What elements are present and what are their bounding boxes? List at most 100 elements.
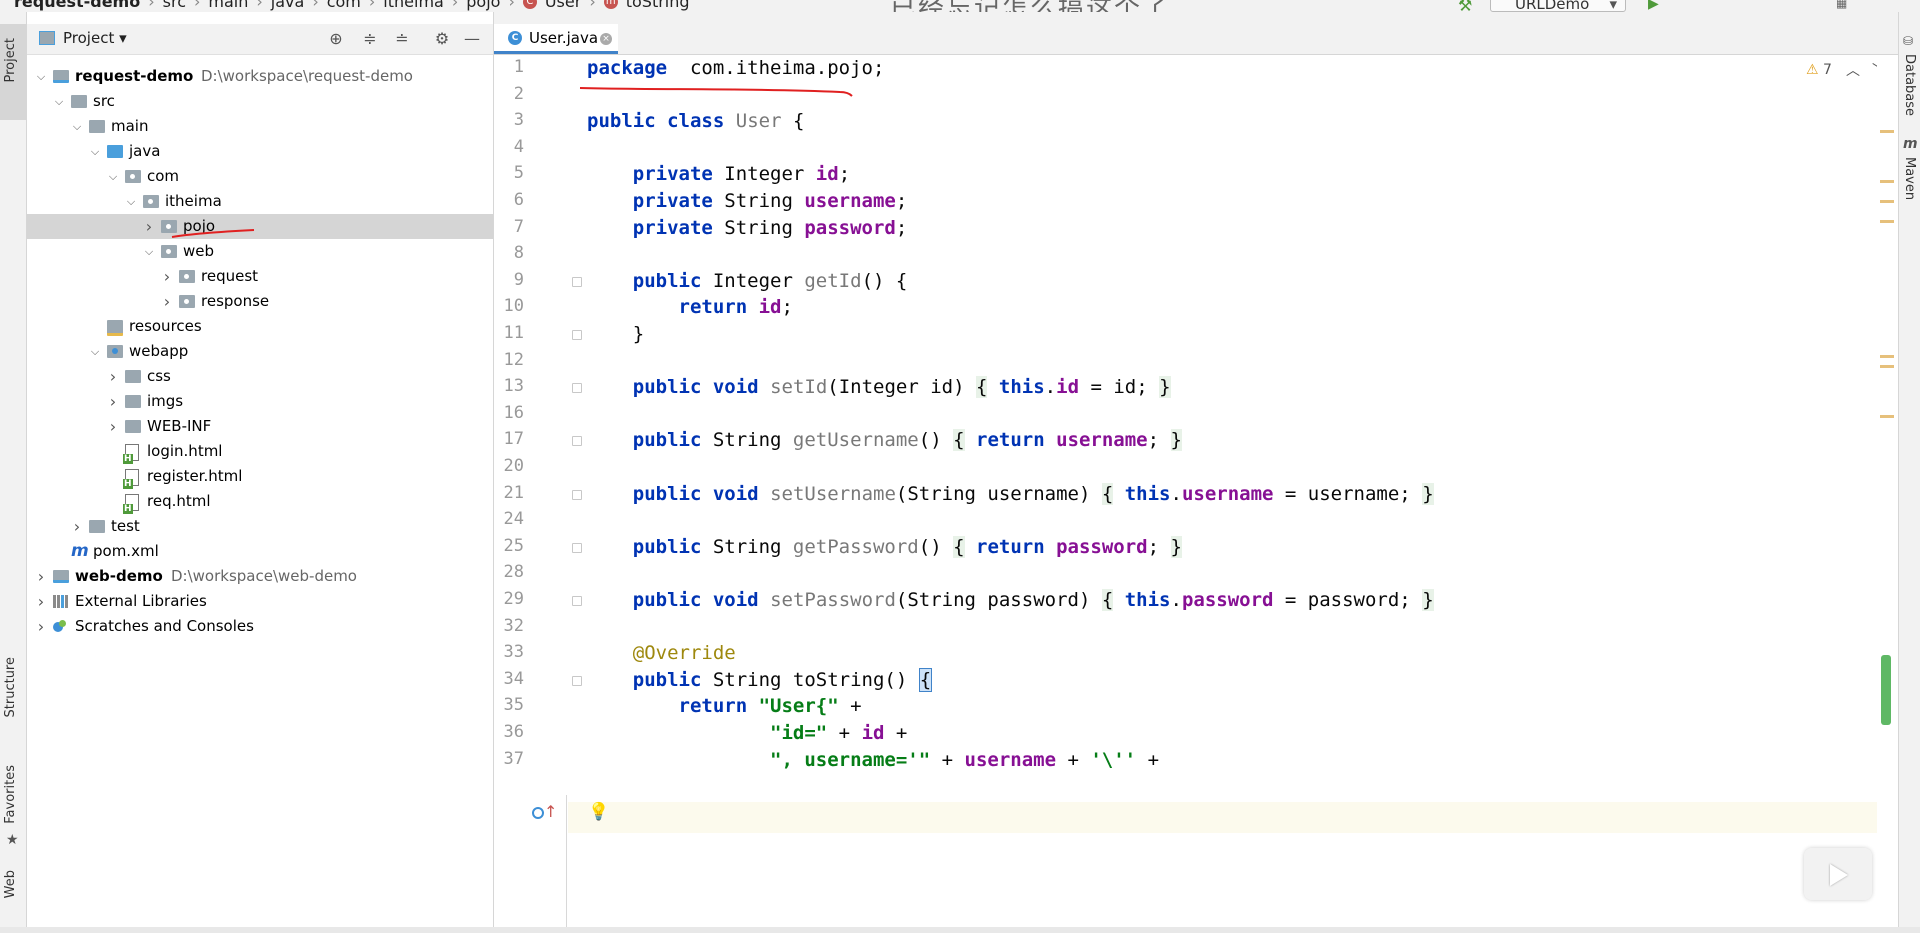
chevron-right-icon[interactable]: ›: [161, 264, 173, 289]
code-line[interactable]: @Override: [587, 642, 736, 664]
tree-item[interactable]: ⌵ main: [27, 114, 493, 139]
gear-icon[interactable]: ⚙: [433, 30, 451, 48]
code-line[interactable]: public String getUsername() { return use…: [587, 429, 1182, 452]
code-line[interactable]: public void setId(Integer id) { this.id …: [587, 376, 1171, 399]
warnings-indicator[interactable]: ⚠ 7: [1806, 62, 1832, 78]
tree-item[interactable]: ⌵ itheima: [27, 189, 493, 214]
tab-user-java[interactable]: C User.java ×: [494, 24, 618, 54]
tree-item[interactable]: ⌵ webapp: [27, 339, 493, 364]
chevron-down-icon[interactable]: ⌵: [125, 189, 137, 214]
fold-toggle-icon[interactable]: [572, 489, 582, 500]
code-line[interactable]: public class User {: [587, 110, 804, 132]
chevron-down-icon[interactable]: ⌵: [53, 89, 65, 114]
chevron-down-icon[interactable]: ⌵: [71, 114, 83, 139]
code-line[interactable]: "id=" + id +: [587, 722, 907, 744]
tree-item[interactable]: › web-demo D:\workspace\web-demo: [27, 564, 493, 589]
code-line[interactable]: private String password;: [587, 217, 908, 239]
search-everywhere-icon[interactable]: ▦: [1836, 0, 1850, 10]
breadcrumb-item[interactable]: java: [271, 0, 305, 11]
fold-toggle-icon[interactable]: [572, 383, 582, 394]
tree-item[interactable]: › css: [27, 364, 493, 389]
overrides-method-icon[interactable]: [532, 807, 544, 819]
build-hammer-icon[interactable]: ⚒: [1458, 0, 1472, 12]
tree-item[interactable]: ⌵ request-demo D:\workspace\request-demo: [27, 64, 493, 89]
scrollbar-thumb[interactable]: [1881, 655, 1891, 725]
video-play-button[interactable]: [1804, 848, 1872, 900]
chevron-down-icon[interactable]: ⌵: [143, 239, 155, 264]
code-line[interactable]: return id;: [587, 296, 793, 318]
code-line[interactable]: public String getPassword() { return pas…: [587, 535, 1182, 558]
project-view-select[interactable]: Project ▾: [63, 29, 127, 47]
chevron-right-icon[interactable]: ›: [107, 364, 119, 389]
breadcrumb-item[interactable]: main: [208, 0, 248, 11]
tree-item[interactable]: login.html: [27, 439, 493, 464]
run-configuration-select[interactable]: URLDemo ▾: [1490, 0, 1626, 12]
code-line[interactable]: ", username='" + username + '\'' +: [587, 749, 1159, 771]
chevron-down-icon[interactable]: ⌵: [89, 139, 101, 164]
chevron-right-icon[interactable]: ›: [35, 589, 47, 614]
chevron-down-icon[interactable]: ⌵: [35, 64, 47, 89]
breadcrumb-item[interactable]: src: [163, 0, 186, 11]
chevron-right-icon[interactable]: ›: [107, 389, 119, 414]
breadcrumb-item[interactable]: pojo: [466, 0, 500, 11]
fold-toggle-icon[interactable]: [572, 596, 582, 606]
chevron-right-icon[interactable]: ›: [107, 414, 119, 439]
tree-item[interactable]: › imgs: [27, 389, 493, 414]
run-icon[interactable]: ▶: [1648, 0, 1662, 12]
fold-toggle-icon[interactable]: [572, 542, 582, 553]
fold-toggle-icon[interactable]: [572, 436, 582, 447]
code-line[interactable]: public void setPassword(String password)…: [587, 589, 1434, 611]
chevron-right-icon[interactable]: ›: [71, 514, 83, 539]
tree-item[interactable]: › External Libraries: [27, 589, 493, 614]
chevron-right-icon[interactable]: ›: [35, 614, 47, 639]
breadcrumb-item[interactable]: User: [545, 0, 581, 11]
chevron-down-icon[interactable]: ⌵: [107, 164, 119, 189]
chevron-right-icon[interactable]: ›: [161, 289, 173, 314]
project-tool-tab[interactable]: Project: [0, 24, 26, 120]
code-line[interactable]: public void setUsername(String username)…: [587, 482, 1434, 505]
previous-highlight-icon[interactable]: ︿: [1846, 60, 1860, 80]
collapse-all-icon[interactable]: ≐: [393, 30, 411, 48]
tree-item[interactable]: › response: [27, 289, 493, 314]
chevron-right-icon[interactable]: ›: [143, 214, 155, 239]
tree-item[interactable]: ⌵ src: [27, 89, 493, 114]
database-tab-label[interactable]: Database: [1902, 54, 1917, 116]
chevron-right-icon[interactable]: ›: [35, 564, 47, 589]
code-editor[interactable]: 1 2 3 4 5 6 7 8 9 10 11 12 13 16 17 20 21 24 25 28 29 32 33 34 3…: [494, 55, 1877, 933]
editor-scrollbar[interactable]: [1877, 55, 1898, 933]
code-line[interactable]: package com.itheima.pojo;: [587, 57, 884, 79]
tree-item[interactable]: ⌵ web: [27, 239, 493, 264]
maven-tab-label[interactable]: Maven: [1902, 157, 1917, 200]
expand-all-icon[interactable]: ≑: [361, 30, 379, 48]
close-icon[interactable]: ×: [600, 33, 612, 45]
tree-item[interactable]: › pojo: [27, 214, 493, 239]
breadcrumb-item[interactable]: toString: [626, 0, 690, 11]
tree-item[interactable]: ⌵ java: [27, 139, 493, 164]
code-line[interactable]: public Integer getId() {: [587, 270, 908, 292]
breadcrumb-item[interactable]: com: [327, 0, 361, 11]
structure-tab-label[interactable]: Structure: [3, 657, 18, 717]
favorites-tab-label[interactable]: Favorites: [3, 765, 18, 824]
code-line[interactable]: }: [587, 323, 644, 345]
tree-item[interactable]: ⌵ com: [27, 164, 493, 189]
breadcrumb-project[interactable]: request-demo: [14, 0, 140, 11]
code-line[interactable]: private Integer id;: [587, 163, 850, 185]
lightbulb-icon[interactable]: 💡: [588, 802, 609, 822]
tree-item[interactable]: register.html: [27, 464, 493, 489]
fold-toggle-icon[interactable]: [572, 276, 582, 287]
tree-item[interactable]: m pom.xml: [27, 539, 493, 564]
tree-item[interactable]: › WEB-INF: [27, 414, 493, 439]
breadcrumb-item[interactable]: itheima: [383, 0, 444, 11]
tree-item[interactable]: › request: [27, 264, 493, 289]
chevron-down-icon[interactable]: ⌵: [89, 339, 101, 364]
fold-toggle-icon[interactable]: [572, 330, 582, 340]
code-line[interactable]: private String username;: [587, 190, 908, 212]
locate-file-icon[interactable]: ⊕: [327, 30, 345, 48]
tree-item[interactable]: req.html: [27, 489, 493, 514]
tree-item[interactable]: › Scratches and Consoles: [27, 614, 493, 639]
code-line[interactable]: return "User{" +: [587, 695, 862, 717]
fold-toggle-icon[interactable]: [572, 675, 582, 686]
code-line[interactable]: public String toString() {: [587, 667, 933, 692]
tree-item[interactable]: resources: [27, 314, 493, 339]
web-tab-label[interactable]: Web: [3, 870, 18, 898]
